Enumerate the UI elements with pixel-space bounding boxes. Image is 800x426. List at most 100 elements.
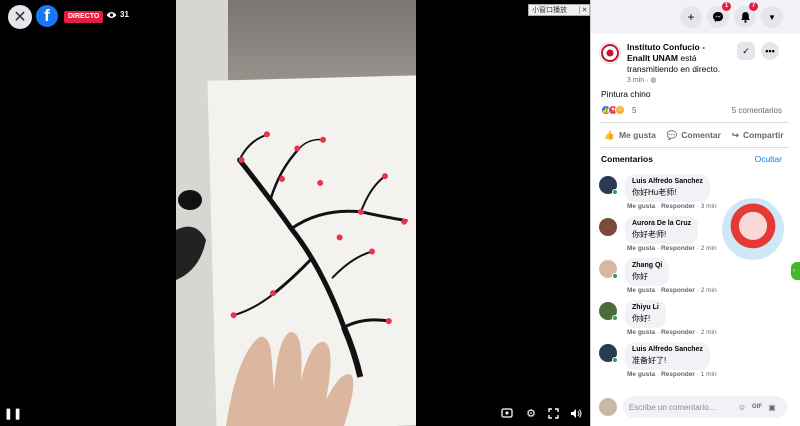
volume-button[interactable] <box>569 406 583 420</box>
messenger-icon <box>713 12 723 22</box>
messenger-badge: 1 <box>722 2 731 11</box>
speaker-icon <box>571 408 582 418</box>
comment-like-link[interactable]: Me gusta <box>627 203 655 210</box>
share-button[interactable]: ↪ Compartir <box>732 130 784 141</box>
comment-text: 你好老师! <box>632 230 667 239</box>
chat-tab-icon: › <box>793 268 795 274</box>
comment-composer: ☺ GIF ▣ <box>599 396 793 418</box>
comment-input-wrap[interactable]: ☺ GIF ▣ <box>623 396 787 418</box>
fullscreen-button[interactable] <box>546 406 560 420</box>
comment-text: 准备好了! <box>632 356 667 365</box>
commenter-name[interactable]: Zhiyu Li <box>632 304 659 311</box>
comment-reply-link[interactable]: Responder <box>661 245 695 252</box>
commenter-name[interactable]: Luis Alfredo Sanchez <box>632 178 703 185</box>
comment-time[interactable]: 2 min <box>701 287 717 294</box>
commenter-name[interactable]: Luis Alfredo Sanchez <box>632 346 703 353</box>
comment-time[interactable]: 1 min <box>701 371 717 378</box>
comment-count[interactable]: 5 comentarios <box>732 106 782 115</box>
close-video-button[interactable]: ✕ <box>8 5 32 29</box>
comment-meta: Me gusta · Responder · 3 min <box>627 203 717 210</box>
gear-icon: ⚙ <box>526 407 536 420</box>
online-indicator <box>612 357 618 363</box>
comment-time[interactable]: 3 min <box>701 203 717 210</box>
like-label: Me gusta <box>619 130 656 140</box>
comment-bubble-icon: 💬 <box>666 129 678 140</box>
sticker-icon[interactable]: ▣ <box>766 401 778 413</box>
notifications-button[interactable]: 7 <box>734 2 758 28</box>
post-options-button[interactable]: ••• <box>761 42 779 60</box>
commenter-name[interactable]: Zhang Qi <box>632 262 662 269</box>
comment-bubble: Zhiyu Li 你好! <box>625 300 666 328</box>
reactions-summary[interactable]: 👍 ♥ ☺ 5 <box>601 105 636 115</box>
notifications-badge: 7 <box>749 2 758 11</box>
eye-icon <box>106 11 117 18</box>
caret-down-icon: ▼ <box>768 12 776 22</box>
comment-text: 你好! <box>632 314 651 323</box>
comment-avatar[interactable] <box>599 218 617 236</box>
comment-reply-link[interactable]: Responder <box>661 329 695 336</box>
comment-like-link[interactable]: Me gusta <box>627 329 655 336</box>
more-icon: ••• <box>765 46 775 56</box>
comment-input[interactable] <box>629 402 733 412</box>
comment-bubble: Aurora De la Cruz 你好老师! <box>625 216 699 244</box>
floating-sticker-image[interactable] <box>722 198 784 260</box>
my-avatar[interactable] <box>599 398 617 416</box>
online-indicator <box>612 315 618 321</box>
comment-item: Zhang Qi 你好 Me gusta · Responder · 2 min <box>599 258 789 298</box>
comment-text: 你好 <box>632 272 648 281</box>
side-chat-tab[interactable]: › <box>791 262 800 280</box>
live-video-player[interactable]: ✕ f DIRECTO 31 小窗口播放 ✕ ❚❚ ⚙ <box>0 0 590 426</box>
viewer-count: 31 <box>106 10 129 19</box>
messenger-button[interactable]: 1 <box>707 2 731 28</box>
comment-like-link[interactable]: Me gusta <box>627 287 655 294</box>
comment-button[interactable]: 💬 Comentar <box>667 130 721 141</box>
reaction-count[interactable]: 5 <box>632 106 636 115</box>
facebook-logo[interactable]: f <box>36 5 58 27</box>
comment-bubble: Luis Alfredo Sanchez 你好Hu老师! <box>625 174 710 202</box>
comment-text: 你好Hu老师! <box>632 188 677 197</box>
create-button[interactable]: + <box>680 6 702 28</box>
viewer-count-value: 31 <box>120 10 129 19</box>
comment-reply-link[interactable]: Responder <box>661 203 695 210</box>
comment-label: Comentar <box>681 130 721 140</box>
bookmark-check-icon: ✓ <box>742 45 750 56</box>
like-button[interactable]: 👍 Me gusta <box>604 130 655 141</box>
comment-time[interactable]: 2 min <box>701 245 717 252</box>
save-post-button[interactable]: ✓ <box>737 42 755 60</box>
live-badge: DIRECTO <box>64 11 104 23</box>
video-frame <box>176 0 416 426</box>
comment-like-link[interactable]: Me gusta <box>627 371 655 378</box>
settings-button[interactable]: ⚙ <box>524 406 538 420</box>
comment-reply-link[interactable]: Responder <box>661 287 695 294</box>
painter-hand <box>226 332 354 426</box>
share-label: Compartir <box>742 130 784 140</box>
comment-like-link[interactable]: Me gusta <box>627 245 655 252</box>
hide-comments-link[interactable]: Ocultar <box>755 154 782 164</box>
comment-meta: Me gusta · Responder · 2 min <box>627 245 717 252</box>
pip-label[interactable]: 小窗口播放 <box>529 5 579 15</box>
thumbs-up-icon: 👍 <box>604 129 616 140</box>
close-icon: ✕ <box>13 9 27 26</box>
comment-item: Luis Alfredo Sanchez 准备好了! Me gusta · Re… <box>599 342 789 382</box>
comment-bubble: Zhang Qi 你好 <box>625 258 670 286</box>
account-menu-button[interactable]: ▼ <box>761 6 783 28</box>
page-avatar[interactable] <box>599 42 621 64</box>
post-text: Pintura chino <box>601 89 651 99</box>
captions-button[interactable] <box>500 406 514 420</box>
pip-toolbar[interactable]: 小窗口播放 ✕ <box>528 4 590 16</box>
comment-item: Zhiyu Li 你好! Me gusta · Responder · 2 mi… <box>599 300 789 340</box>
gif-icon[interactable]: GIF <box>751 401 763 413</box>
expand-icon <box>547 407 559 419</box>
emoji-icon[interactable]: ☺ <box>736 401 748 413</box>
comment-reply-link[interactable]: Responder <box>661 371 695 378</box>
top-nav: + 1 7 ▼ <box>591 0 800 34</box>
pip-close-icon[interactable]: ✕ <box>579 6 589 14</box>
care-reaction-icon: ☺ <box>615 105 625 115</box>
commenter-name[interactable]: Aurora De la Cruz <box>632 220 691 227</box>
comment-bubble: Luis Alfredo Sanchez 准备好了! <box>625 342 710 370</box>
comment-time[interactable]: 2 min <box>701 329 717 336</box>
post-time[interactable]: 3 min · <box>627 77 650 84</box>
bell-icon <box>740 12 750 23</box>
pause-button[interactable]: ❚❚ <box>4 406 22 420</box>
post-title: Instituto Confucio - Enallt UNAM está tr… <box>627 42 727 75</box>
